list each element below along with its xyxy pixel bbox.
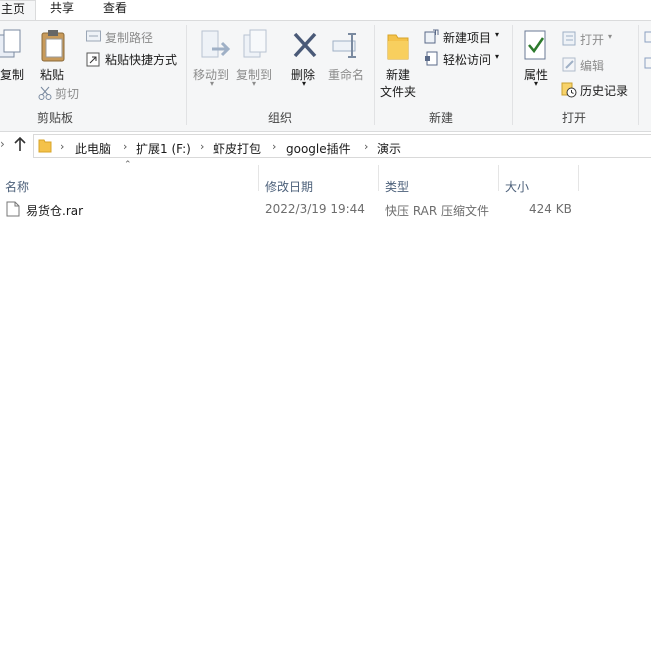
new-item-button[interactable]: 新建项目 [443, 29, 491, 46]
chevron-right-icon[interactable]: › [60, 140, 64, 153]
move-to-dropdown-icon: ▾ [210, 79, 215, 88]
group-label-clipboard: 剪贴板 [37, 111, 74, 125]
copy-icon [0, 29, 22, 63]
open-button[interactable]: 打开 [580, 31, 604, 48]
easy-access-dropdown-icon: ▾ [495, 52, 500, 61]
file-name: 易货仓.rar [26, 204, 84, 218]
cut-button[interactable]: 剪切 [55, 85, 79, 102]
copy-path-icon [86, 30, 101, 42]
paste-button[interactable]: 粘贴 [40, 66, 64, 83]
rar-file-icon [6, 201, 20, 217]
easy-access-button[interactable]: 轻松访问 [443, 51, 491, 68]
file-row[interactable]: 易货仓.rar 2022/3/19 19:44 快压 RAR 压缩文件 424 … [0, 198, 651, 220]
tab-share[interactable]: 共享 [50, 0, 74, 20]
delete-dropdown-icon: ▾ [302, 79, 307, 88]
new-folder-button-line2[interactable]: 文件夹 [380, 83, 416, 100]
group-divider [638, 25, 639, 125]
column-divider[interactable] [258, 165, 259, 191]
scissors-icon [38, 86, 52, 100]
forward-arrow-icon[interactable]: › [0, 137, 5, 151]
group-divider [512, 25, 513, 125]
tab-home[interactable]: 主页 [0, 0, 36, 21]
column-divider[interactable] [578, 165, 579, 191]
breadcrumb-item[interactable]: 此电脑 [75, 140, 111, 157]
properties-dropdown-icon: ▾ [534, 79, 539, 88]
select-icon [644, 31, 651, 45]
edit-button[interactable]: 编辑 [580, 57, 604, 74]
delete-icon [292, 31, 318, 59]
column-header-size[interactable]: 大小 [505, 178, 529, 195]
group-label-new: 新建 [429, 111, 454, 125]
copy-to-dropdown-icon: ▾ [252, 79, 257, 88]
chevron-right-icon[interactable]: › [123, 140, 127, 153]
breadcrumb-item[interactable]: google插件 [286, 140, 351, 157]
group-divider [374, 25, 375, 125]
up-arrow-icon[interactable] [12, 135, 28, 153]
group-label-organize: 组织 [268, 111, 293, 125]
copy-button[interactable]: 复制 [0, 66, 24, 83]
edit-icon [562, 57, 577, 72]
open-icon [562, 31, 577, 46]
sort-ascending-icon: ⌃ [124, 160, 132, 170]
easy-access-icon [424, 51, 439, 66]
address-bar[interactable]: › 此电脑 › 扩展1 (F:) › 虾皮打包 › google插件 › 演示 [33, 134, 651, 158]
column-divider[interactable] [498, 165, 499, 191]
column-divider[interactable] [378, 165, 379, 191]
new-item-dropdown-icon: ▾ [495, 30, 500, 39]
tab-view[interactable]: 查看 [103, 0, 127, 20]
file-type: 快压 RAR 压缩文件 [385, 204, 490, 218]
paste-icon [40, 29, 68, 63]
rename-icon [332, 31, 362, 59]
rename-button[interactable]: 重命名 [328, 66, 364, 83]
new-item-icon [424, 29, 439, 44]
new-folder-button-line1[interactable]: 新建 [386, 66, 410, 83]
history-button[interactable]: 历史记录 [580, 82, 628, 99]
ribbon-tab-bar: 主页 共享 查看 [0, 0, 651, 21]
new-folder-icon [386, 29, 410, 63]
paste-shortcut-button[interactable]: 粘贴快捷方式 [105, 51, 177, 68]
chevron-right-icon[interactable]: › [364, 140, 368, 153]
paste-shortcut-icon [86, 52, 101, 67]
open-dropdown-icon: ▾ [608, 32, 613, 41]
select-icon [644, 57, 651, 71]
breadcrumb-item[interactable]: 扩展1 (F:) [136, 140, 191, 157]
group-divider [186, 25, 187, 125]
column-header-type[interactable]: 类型 [385, 178, 409, 195]
chevron-right-icon[interactable]: › [200, 140, 204, 153]
folder-icon [38, 138, 52, 153]
copy-path-button[interactable]: 复制路径 [105, 29, 153, 46]
file-size: 424 KB [529, 202, 572, 216]
address-bar-row: › › 此电脑 › 扩展1 (F:) › 虾皮打包 › google插件 › 演… [0, 133, 651, 158]
group-label-open: 打开 [562, 111, 587, 125]
chevron-right-icon[interactable]: › [272, 140, 276, 153]
move-to-icon [200, 29, 231, 63]
breadcrumb-item[interactable]: 演示 [377, 140, 401, 157]
file-modified: 2022/3/19 19:44 [265, 202, 365, 216]
ribbon: 复制 粘贴 复制路径 粘贴快捷方式 剪切 剪贴板 移动到 ▾ 复制到 ▾ 删除 … [0, 20, 651, 132]
column-header-name[interactable]: 名称 [5, 178, 29, 195]
properties-icon [524, 29, 548, 63]
column-header-modified[interactable]: 修改日期 [265, 178, 313, 195]
history-icon [561, 82, 577, 98]
breadcrumb-item[interactable]: 虾皮打包 [213, 140, 261, 157]
copy-to-icon [242, 29, 272, 63]
